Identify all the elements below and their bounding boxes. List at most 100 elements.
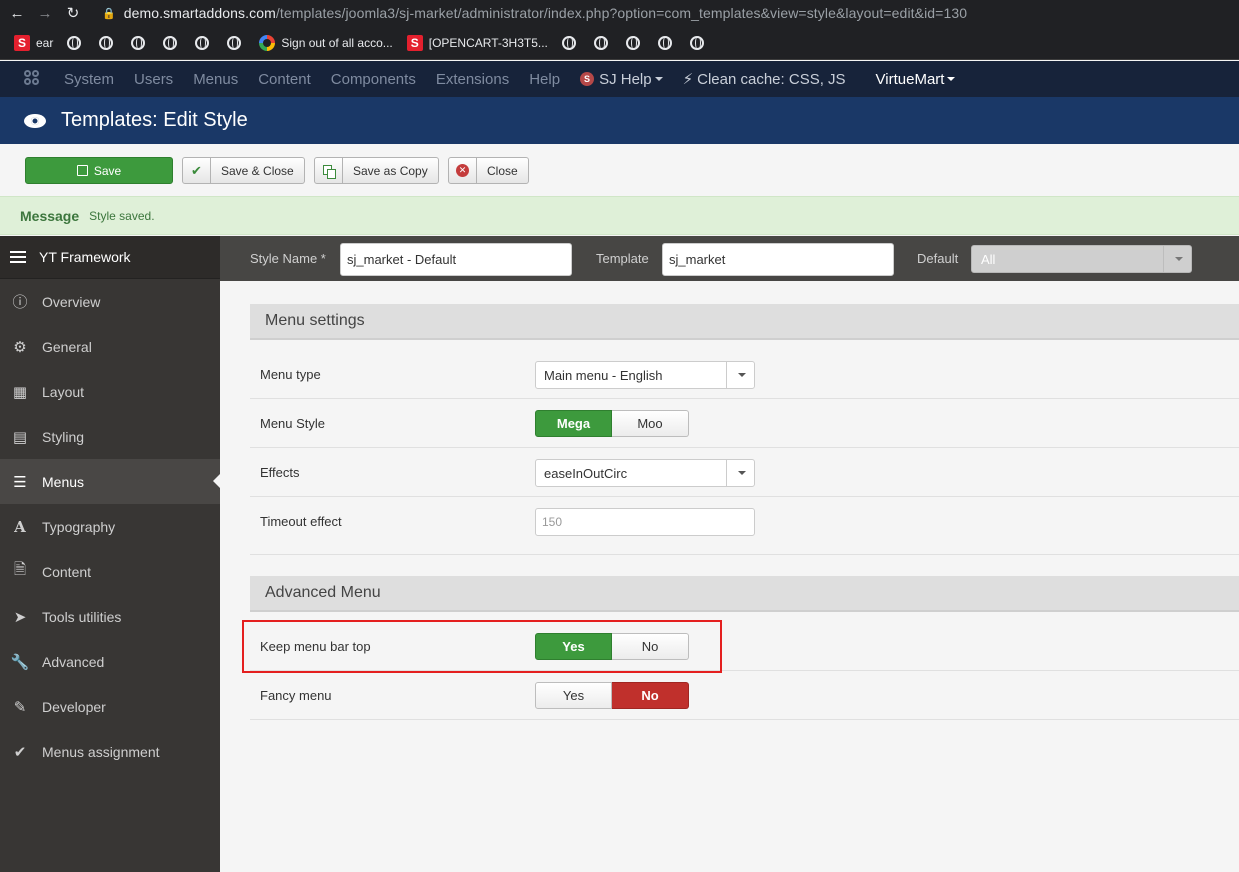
system-message: Message Style saved. [0,196,1239,235]
menu-system[interactable]: System [64,71,114,88]
menu-style-mega-button[interactable]: Mega [535,410,612,437]
style-name-label: Style Name * [250,251,326,266]
menu-type-row: Menu type Main menu - English [250,350,1239,399]
bookmark-item[interactable] [689,35,708,50]
url-path: /templates/joomla3/sj-market/administrat… [275,5,968,21]
smartaddons-icon: S [406,34,423,51]
sidebar-item-advanced[interactable]: 🔧 Advanced [0,639,220,684]
effects-select[interactable]: easeInOutCirc [535,459,755,487]
sidebar-item-label: Layout [42,383,85,400]
bookmark-item[interactable] [561,35,580,50]
sidebar-item-typography[interactable]: A Typography [0,504,220,549]
admin-menu-bar: System Users Menus Content Components Ex… [0,61,1239,97]
google-icon [259,34,276,51]
save-label: Save [93,163,122,178]
menu-style-row: Menu Style Mega Moo [250,399,1239,448]
sidebar-item-label: Styling [42,428,85,445]
list-icon: ☰ [13,473,27,491]
menu-type-select[interactable]: Main menu - English [535,361,755,389]
bookmark-item[interactable] [625,35,644,50]
yt-sidebar: YT Framework ⓘ Overview ⚙ General ▦ Layout ▤ St… [0,236,220,872]
main-panel: Menu settings Menu type Main menu - Engl… [220,281,1239,872]
menu-extensions[interactable]: Extensions [436,71,509,88]
bookmark-item[interactable] [99,35,117,50]
joomla-logo-icon[interactable] [24,70,42,88]
address-bar[interactable]: demo.smartaddons.com/templates/joomla3/s… [124,5,967,21]
sidebar-item-content[interactable]: 🗎 Content [0,549,220,594]
smartaddons-icon: S [14,34,30,51]
style-name-input[interactable] [340,243,572,276]
default-select-value: All [981,251,996,267]
sj-help-label: SJ Help [599,70,652,88]
info-icon: ⓘ [12,294,28,311]
fancy-yes-button[interactable]: Yes [535,682,612,709]
caret-down-icon [947,77,956,81]
sidebar-item-developer[interactable]: ✎ Developer [0,684,220,729]
globe-icon [657,35,672,50]
bookmark-item[interactable] [163,35,181,50]
sidebar-item-general[interactable]: ⚙ General [0,324,220,369]
template-input[interactable] [662,243,894,276]
grid-icon: ▦ [12,383,28,401]
forward-arrow-icon[interactable]: → [34,2,56,24]
sidebar-header-label: YT Framework [39,249,131,265]
menu-type-label: Menu type [260,366,321,382]
sidebar-item-label: Typography [42,518,116,535]
menu-style-moo-button[interactable]: Moo [612,410,689,437]
sidebar-item-overview[interactable]: ⓘ Overview [0,279,220,324]
bookmark-item[interactable] [657,35,676,50]
menu-menus[interactable]: Menus [193,71,238,88]
globe-icon [593,35,608,50]
bookmark-item[interactable]: Sign out of all acco... [259,34,393,51]
fancy-no-button[interactable]: No [612,682,689,709]
message-heading: Message [20,207,80,224]
menu-virtuemart[interactable]: VirtueMart [876,71,956,88]
sidebar-item-menus-assignment[interactable]: ✔ Menus assignment [0,729,220,774]
menu-type-value: Main menu - English [544,367,663,383]
close-label: Close [487,163,518,178]
sidebar-item-menus[interactable]: ☰ Menus [0,459,220,504]
save-close-button[interactable]: ✔ Save & Close [182,157,305,184]
sidebar-item-layout[interactable]: ▦ Layout [0,369,220,414]
paper-plane-icon: ➤ [13,608,27,626]
globe-icon [131,35,146,50]
globe-icon [195,35,210,50]
menu-components[interactable]: Components [331,71,416,88]
bookmark-item[interactable] [593,35,612,50]
bookmark-item[interactable] [195,35,213,50]
sidebar-item-label: Menus [42,473,85,490]
bookmark-item[interactable] [131,35,149,50]
bookmark-item[interactable]: S [OPENCART-3H3T5... [406,34,548,51]
sidebar-item-tools-utilities[interactable]: ➤ Tools utilities [0,594,220,639]
default-select[interactable]: All [971,245,1192,273]
sidebar-item-label: General [42,338,92,355]
timeout-input[interactable]: 150 [535,508,755,536]
sidebar-item-label: Overview [42,293,101,310]
sidebar-item-styling[interactable]: ▤ Styling [0,414,220,459]
save-button[interactable]: Save [25,157,173,184]
timeout-row: Timeout effect 150 [250,497,1239,555]
bookmark-item[interactable] [67,35,85,50]
lock-icon[interactable]: 🔒 [102,7,116,20]
template-label: Template [596,251,649,266]
menu-help[interactable]: Help [529,71,560,88]
sidebar-header[interactable]: YT Framework [0,236,220,279]
close-button[interactable]: ✕ Close [448,157,529,184]
lightning-icon: ⚡︎ [682,71,694,88]
save-copy-label: Save as Copy [353,163,428,178]
menu-clean-cache[interactable]: ⚡︎ Clean cache: CSS, JS [682,70,846,89]
save-as-copy-button[interactable]: Save as Copy [314,157,439,184]
message-text: Style saved. [89,208,155,223]
effects-value: easeInOutCirc [544,465,628,481]
effects-row: Effects easeInOutCirc [250,448,1239,497]
menu-content[interactable]: Content [258,71,311,88]
close-icon: ✕ [456,164,469,177]
bookmark-item[interactable]: Sear [14,34,53,51]
menu-users[interactable]: Users [134,71,173,88]
reload-icon[interactable]: ↻ [62,2,84,24]
bookmark-item[interactable] [227,35,245,50]
back-arrow-icon[interactable]: ← [6,2,28,24]
menu-sj-help[interactable]: S SJ Help [580,71,663,88]
highlight-box [242,620,722,673]
globe-icon [689,35,704,50]
